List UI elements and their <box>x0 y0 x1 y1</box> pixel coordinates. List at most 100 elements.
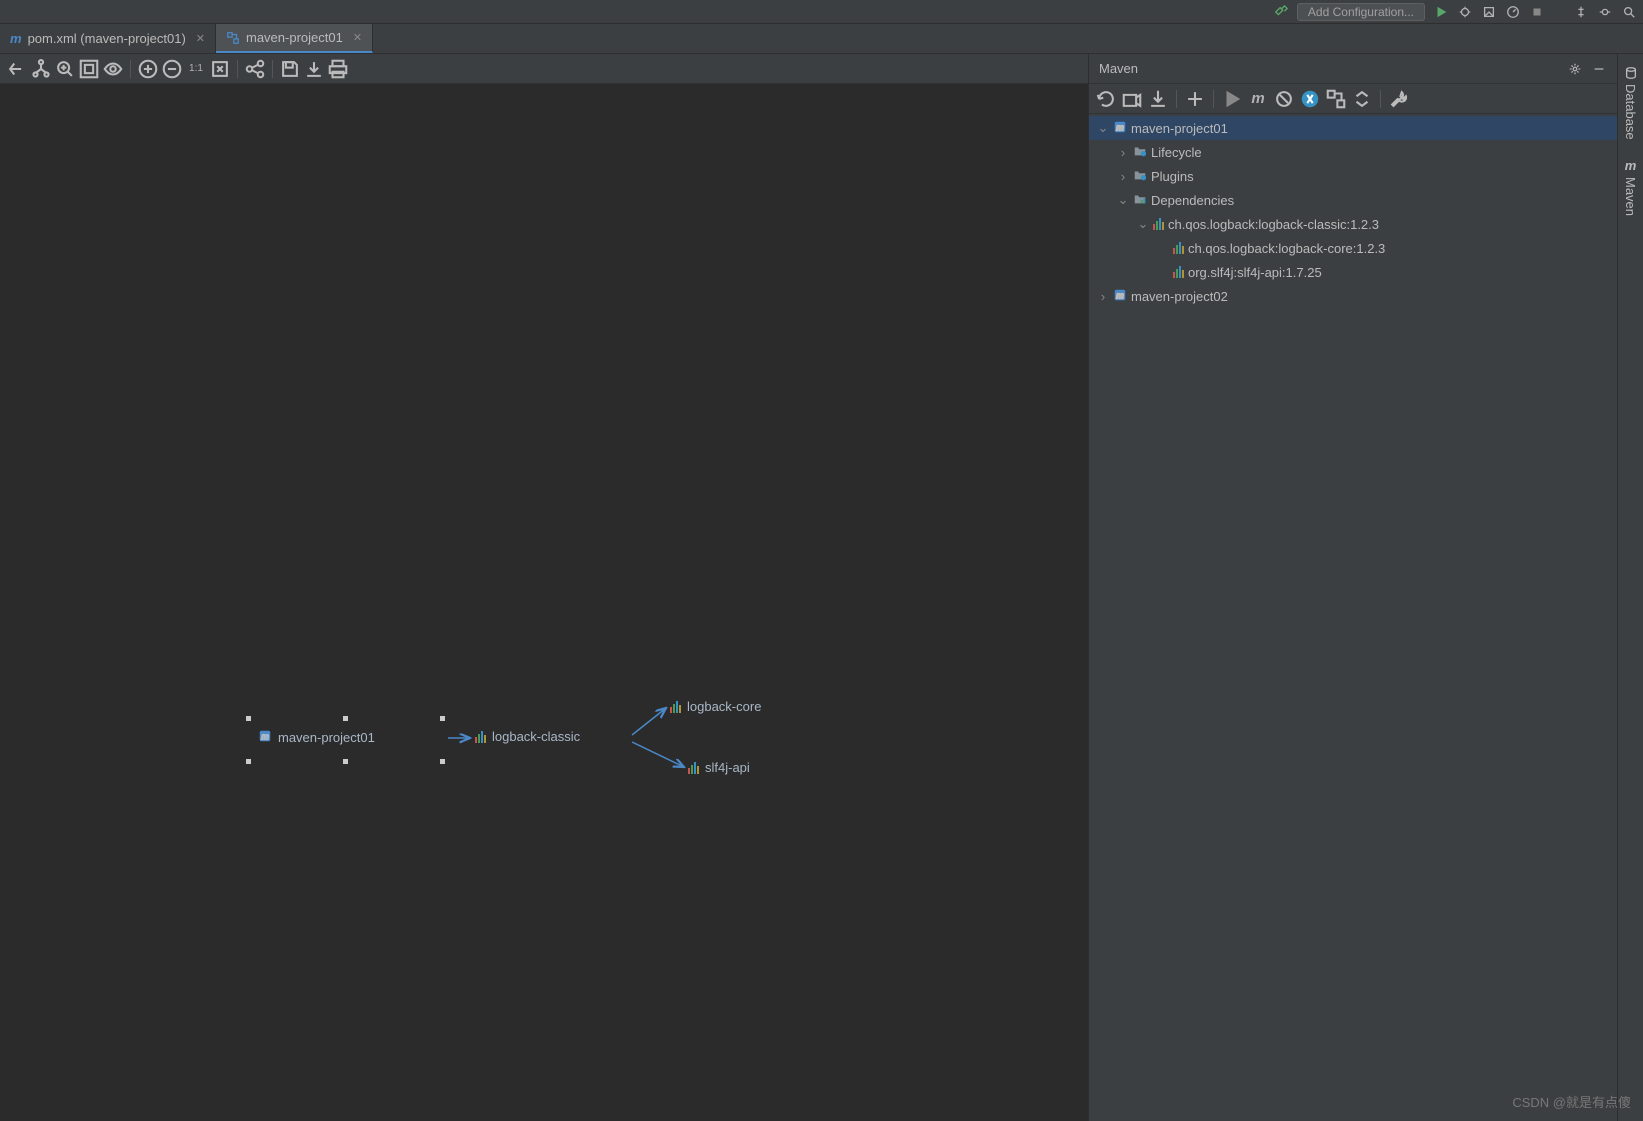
run-icon[interactable] <box>1221 88 1243 110</box>
selection-handle[interactable] <box>343 759 348 764</box>
tree-label: org.slf4j:slf4j-api:1.7.25 <box>1188 265 1322 280</box>
panel-title: Maven <box>1099 61 1559 76</box>
tab-label: maven-project01 <box>246 30 343 45</box>
diagram-editor: 1:1 m maven-project01 <box>0 54 1088 1121</box>
selection-handle[interactable] <box>343 716 348 721</box>
tree-project1[interactable]: ⌄ m maven-project01 <box>1089 116 1617 140</box>
debug-icon[interactable] <box>1457 4 1473 20</box>
rail-database[interactable]: Database <box>1623 62 1638 144</box>
tree-icon[interactable] <box>30 58 52 80</box>
add-icon[interactable] <box>1184 88 1206 110</box>
tree-label: Dependencies <box>1151 193 1234 208</box>
coverage-icon[interactable] <box>1481 4 1497 20</box>
m-icon[interactable]: m <box>1247 88 1269 110</box>
config-dropdown[interactable]: Add Configuration... <box>1297 3 1425 21</box>
generate-icon[interactable] <box>1121 88 1143 110</box>
save-icon[interactable] <box>279 58 301 80</box>
svg-text:m: m <box>261 732 269 742</box>
node-label: logback-core <box>687 699 761 714</box>
tree-label: maven-project01 <box>1131 121 1228 136</box>
selection-handle[interactable] <box>246 716 251 721</box>
zoom-11-icon[interactable]: 1:1 <box>185 58 207 80</box>
tree-plugins[interactable]: › Plugins <box>1089 164 1617 188</box>
eye-icon[interactable] <box>102 58 124 80</box>
node-label: maven-project01 <box>278 730 375 745</box>
wrench-icon[interactable] <box>1388 88 1410 110</box>
maven-file-icon: m <box>10 31 22 46</box>
export-icon[interactable] <box>303 58 325 80</box>
selection-handle[interactable] <box>440 716 445 721</box>
diagram-node-classic[interactable]: logback-classic <box>475 729 580 744</box>
tree-dep-classic[interactable]: ⌄ ch.qos.logback:logback-classic:1.2.3 <box>1089 212 1617 236</box>
selection-handle[interactable] <box>440 759 445 764</box>
rail-maven[interactable]: m Maven <box>1623 154 1638 220</box>
tree-label: Lifecycle <box>1151 145 1202 160</box>
library-icon <box>475 731 486 743</box>
offline-icon[interactable] <box>1299 88 1321 110</box>
share-icon[interactable] <box>244 58 266 80</box>
tree-dep-core[interactable]: › ch.qos.logback:logback-core:1.2.3 <box>1089 236 1617 260</box>
zoom-icon[interactable] <box>54 58 76 80</box>
stop-icon[interactable] <box>1529 4 1545 20</box>
tree-dep-slf4j[interactable]: › org.slf4j:slf4j-api:1.7.25 <box>1089 260 1617 284</box>
close-icon[interactable]: ✕ <box>196 32 205 45</box>
library-icon <box>688 762 699 774</box>
diagram-canvas[interactable]: m maven-project01 logback-classic logbac… <box>0 84 1088 1121</box>
panel-header: Maven <box>1089 54 1617 84</box>
download-icon[interactable] <box>1147 88 1169 110</box>
chevron-right-icon[interactable]: › <box>1117 145 1129 160</box>
module-icon: m <box>1113 288 1127 305</box>
zoom-in-icon[interactable] <box>137 58 159 80</box>
library-icon <box>1173 266 1184 278</box>
git-icon[interactable] <box>1573 4 1589 20</box>
chevron-down-icon[interactable]: ⌄ <box>1097 120 1109 136</box>
main-toolbar: Add Configuration... <box>0 0 1643 24</box>
diagram-icon <box>226 31 240 45</box>
tree-dependencies[interactable]: ⌄ Dependencies <box>1089 188 1617 212</box>
tree-lifecycle[interactable]: › Lifecycle <box>1089 140 1617 164</box>
tab-pom[interactable]: m pom.xml (maven-project01) ✕ <box>0 24 216 53</box>
module-icon: m <box>1113 120 1127 137</box>
selection-handle[interactable] <box>246 759 251 764</box>
maven-tree: ⌄ m maven-project01 › Lifecycle › Plugin… <box>1089 114 1617 1121</box>
rail-label: Maven <box>1623 177 1638 216</box>
svg-text:m: m <box>1116 122 1124 132</box>
svg-text:m: m <box>1116 290 1124 300</box>
tree-project2[interactable]: › m maven-project02 <box>1089 284 1617 308</box>
gear-icon[interactable] <box>1567 61 1583 77</box>
fit-icon[interactable] <box>78 58 100 80</box>
search-icon[interactable] <box>1621 4 1637 20</box>
diagram-toolbar: 1:1 <box>0 54 1088 84</box>
editor-tabs: m pom.xml (maven-project01) ✕ maven-proj… <box>0 24 1643 54</box>
chevron-down-icon[interactable]: ⌄ <box>1117 192 1129 208</box>
rail-label: Database <box>1623 84 1638 140</box>
chevron-down-icon[interactable]: ⌄ <box>1137 216 1149 232</box>
watermark: CSDN @就是有点傻 <box>1512 1092 1631 1111</box>
folder-icon <box>1133 168 1147 185</box>
chevron-right-icon[interactable]: › <box>1097 289 1109 304</box>
commit-icon[interactable] <box>1597 4 1613 20</box>
diagram-node-root[interactable]: m maven-project01 <box>258 729 375 746</box>
dep-icon[interactable] <box>1325 88 1347 110</box>
diagram-node-core[interactable]: logback-core <box>670 699 761 714</box>
fit-content-icon[interactable] <box>209 58 231 80</box>
tree-label: ch.qos.logback:logback-core:1.2.3 <box>1188 241 1385 256</box>
minimize-icon[interactable] <box>1591 61 1607 77</box>
hammer-icon[interactable] <box>1273 4 1289 20</box>
chevron-right-icon[interactable]: › <box>1117 169 1129 184</box>
back-icon[interactable] <box>6 58 28 80</box>
node-label: logback-classic <box>492 729 580 744</box>
tab-diagram[interactable]: maven-project01 ✕ <box>216 24 373 53</box>
refresh-icon[interactable] <box>1095 88 1117 110</box>
skip-icon[interactable] <box>1273 88 1295 110</box>
folder-icon <box>1133 144 1147 161</box>
close-icon[interactable]: ✕ <box>353 31 362 44</box>
print-icon[interactable] <box>327 58 349 80</box>
maven-panel: Maven m ⌄ <box>1088 54 1617 1121</box>
diagram-node-slf4j[interactable]: slf4j-api <box>688 760 750 775</box>
collapse-icon[interactable] <box>1351 88 1373 110</box>
profile-icon[interactable] <box>1505 4 1521 20</box>
zoom-out-icon[interactable] <box>161 58 183 80</box>
node-label: slf4j-api <box>705 760 750 775</box>
run-icon[interactable] <box>1433 4 1449 20</box>
